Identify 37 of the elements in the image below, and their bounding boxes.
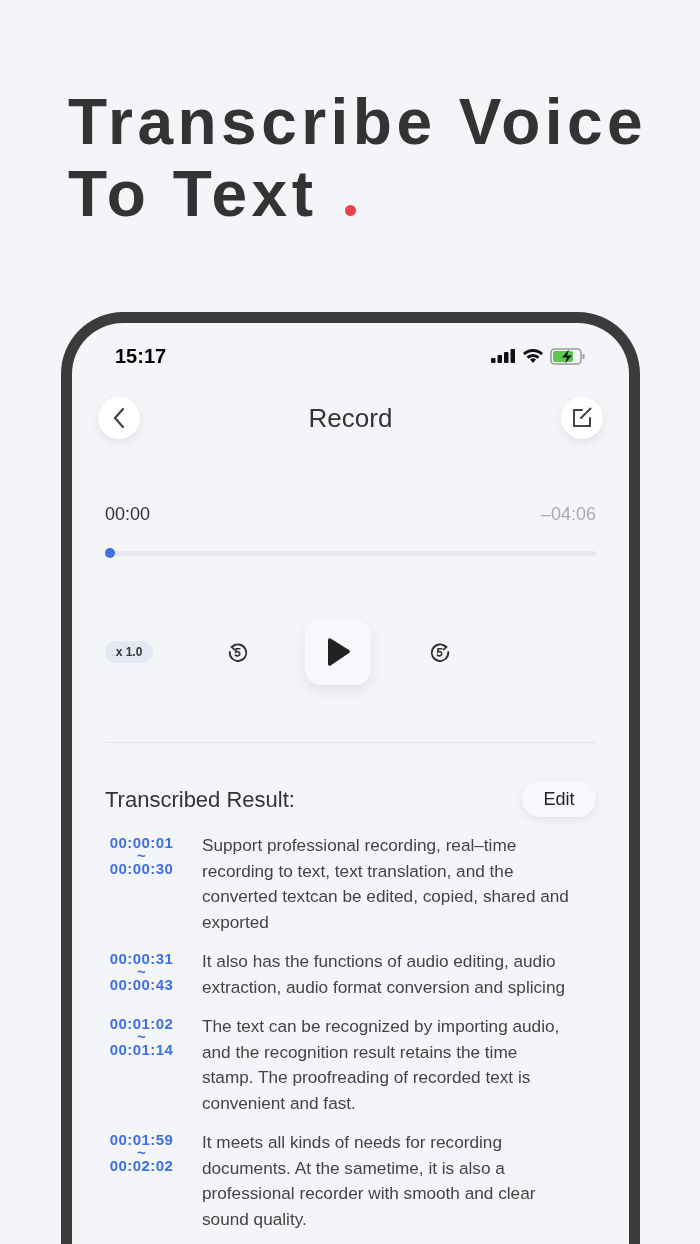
- wifi-icon: [522, 348, 544, 364]
- transcript-text: It also has the functions of audio editing, audio extraction, audio format conversion and splicing: [202, 950, 567, 999]
- progress-thumb[interactable]: [105, 548, 115, 558]
- transcript-text: It meets all kinds of needs for recording documents. At the sametime, it is also a professional recorder with smooth and clear sound quality.: [202, 1131, 537, 1231]
- status-time: 15:17: [115, 344, 167, 369]
- rewind-five-icon[interactable]: [227, 641, 249, 663]
- tilde: ~: [136, 851, 147, 861]
- start-timestamp: 00:01:02: [109, 1016, 174, 1032]
- back-button[interactable]: [98, 397, 140, 439]
- transcript-text: The text can be recognized by importing audio, and the recognition result retains the time stamp. The proofreading of recorded text is convenient and fast.: [202, 1015, 561, 1115]
- tilde: ~: [136, 1032, 147, 1042]
- play-button[interactable]: [305, 619, 371, 685]
- headline: Transcribe Voice: [68, 86, 648, 158]
- transcript-text: Support professional recording, real–time recording to text, text translation, and the converted textcan be edited, copied, shared and exported: [202, 834, 570, 934]
- edit-button[interactable]: Edit: [522, 781, 596, 817]
- section-title: Transcribed Result:: [105, 785, 295, 814]
- end-timestamp: 00:01:14: [109, 1042, 174, 1058]
- start-timestamp: 00:01:59: [109, 1132, 174, 1148]
- end-timestamp: 00:00:43: [109, 977, 174, 993]
- screen-title: Record: [308, 401, 393, 435]
- edit-note-button[interactable]: [561, 397, 603, 439]
- pencil-square-icon: [571, 407, 593, 429]
- tilde: ~: [136, 967, 147, 977]
- headline: To Text: [68, 158, 318, 230]
- tilde: ~: [136, 1148, 147, 1158]
- play-icon: [325, 637, 351, 667]
- start-timestamp: 00:00:01: [109, 835, 174, 851]
- start-timestamp: 00:00:31: [109, 951, 174, 967]
- elapsed-time: 00:00: [105, 503, 151, 526]
- speed-button[interactable]: x 1.0: [105, 641, 153, 663]
- signal-icon: [491, 349, 516, 363]
- back-icon: [112, 407, 126, 429]
- battery-charging-icon: [550, 347, 586, 365]
- end-timestamp: 00:00:30: [109, 861, 174, 877]
- forward-five-icon[interactable]: [429, 641, 451, 663]
- end-timestamp: 00:02:02: [109, 1158, 174, 1174]
- remaining-time: –04:06: [540, 503, 596, 526]
